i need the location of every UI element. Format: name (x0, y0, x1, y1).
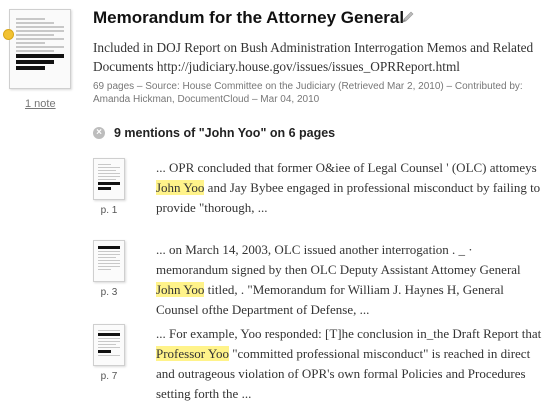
document-meta: 69 pages – Source: House Committee on th… (93, 81, 523, 105)
mention-item: p. 7 ... For example, Yoo responded: [T]… (93, 324, 548, 404)
notes-link[interactable]: 1 note (25, 98, 56, 110)
mention-excerpt[interactable]: ... on March 14, 2003, OLC issued anothe… (156, 240, 548, 320)
pencil-icon[interactable] (401, 10, 415, 24)
mention-item: p. 1 ... OPR concluded that former O&iee… (93, 158, 548, 228)
document-description: Included in DOJ Report on Bush Administr… (93, 40, 534, 74)
page-number[interactable]: p. 1 (93, 205, 125, 216)
mention-item: p. 3 ... on March 14, 2003, OLC issued a… (93, 240, 548, 317)
note-marker-icon[interactable] (3, 29, 14, 40)
mentions-count-label: 9 mentions of "John Yoo" on 6 pages (114, 126, 336, 140)
mention-excerpt[interactable]: ... For example, Yoo responded: [T]he co… (156, 324, 548, 404)
close-icon[interactable]: × (93, 127, 105, 139)
page-number[interactable]: p. 7 (93, 371, 125, 382)
document-thumbnail[interactable] (3, 9, 71, 89)
document-title[interactable]: Memorandum for the Attorney General (93, 8, 404, 28)
search-highlight: Professor Yoo (156, 346, 229, 361)
page-thumbnail[interactable] (93, 324, 125, 366)
cover-text-lines (16, 18, 64, 72)
page-thumbnail[interactable] (93, 240, 125, 282)
document-cover[interactable] (9, 9, 71, 89)
page-number[interactable]: p. 3 (93, 287, 125, 298)
search-highlight: John Yoo (156, 282, 205, 297)
page-thumbnail[interactable] (93, 158, 125, 200)
mention-excerpt[interactable]: ... OPR concluded that former O&iee of L… (156, 158, 548, 218)
search-highlight: John Yoo (156, 180, 205, 195)
